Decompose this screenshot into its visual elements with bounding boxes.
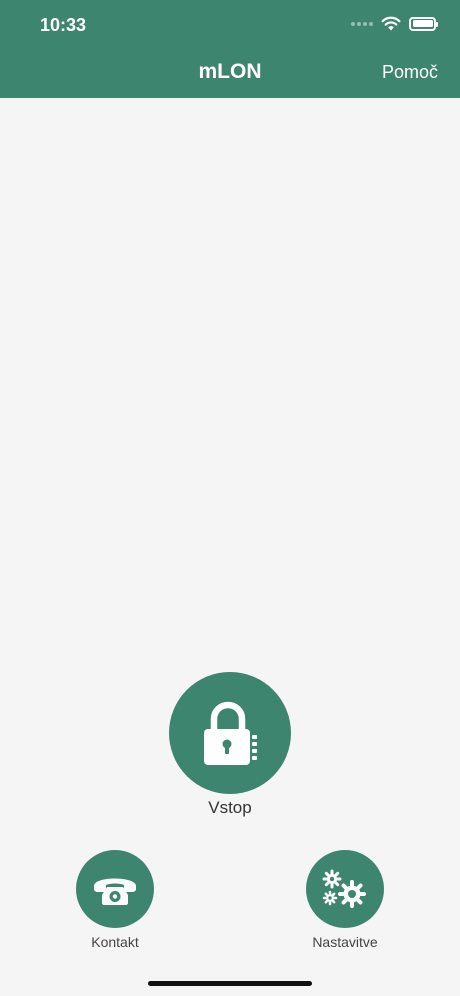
enter-label: Vstop <box>208 798 252 817</box>
battery-icon <box>409 16 438 31</box>
contact-button[interactable] <box>76 850 154 928</box>
settings-label: Nastavitve <box>312 934 378 950</box>
home-indicator[interactable] <box>148 981 312 986</box>
status-icons <box>351 16 438 31</box>
contact-label: Kontakt <box>91 934 139 950</box>
app-header: 10:33 mLON Pomoč <box>0 0 460 98</box>
help-button[interactable]: Pomoč <box>382 62 438 83</box>
status-time: 10:33 <box>40 15 87 35</box>
cellular-signal-icon <box>351 21 373 26</box>
telephone-icon <box>94 878 136 905</box>
settings-button[interactable] <box>306 850 384 928</box>
enter-button[interactable] <box>169 672 291 794</box>
wifi-icon <box>381 16 401 31</box>
padlock-icon <box>204 701 257 765</box>
gears-icon <box>322 869 366 908</box>
